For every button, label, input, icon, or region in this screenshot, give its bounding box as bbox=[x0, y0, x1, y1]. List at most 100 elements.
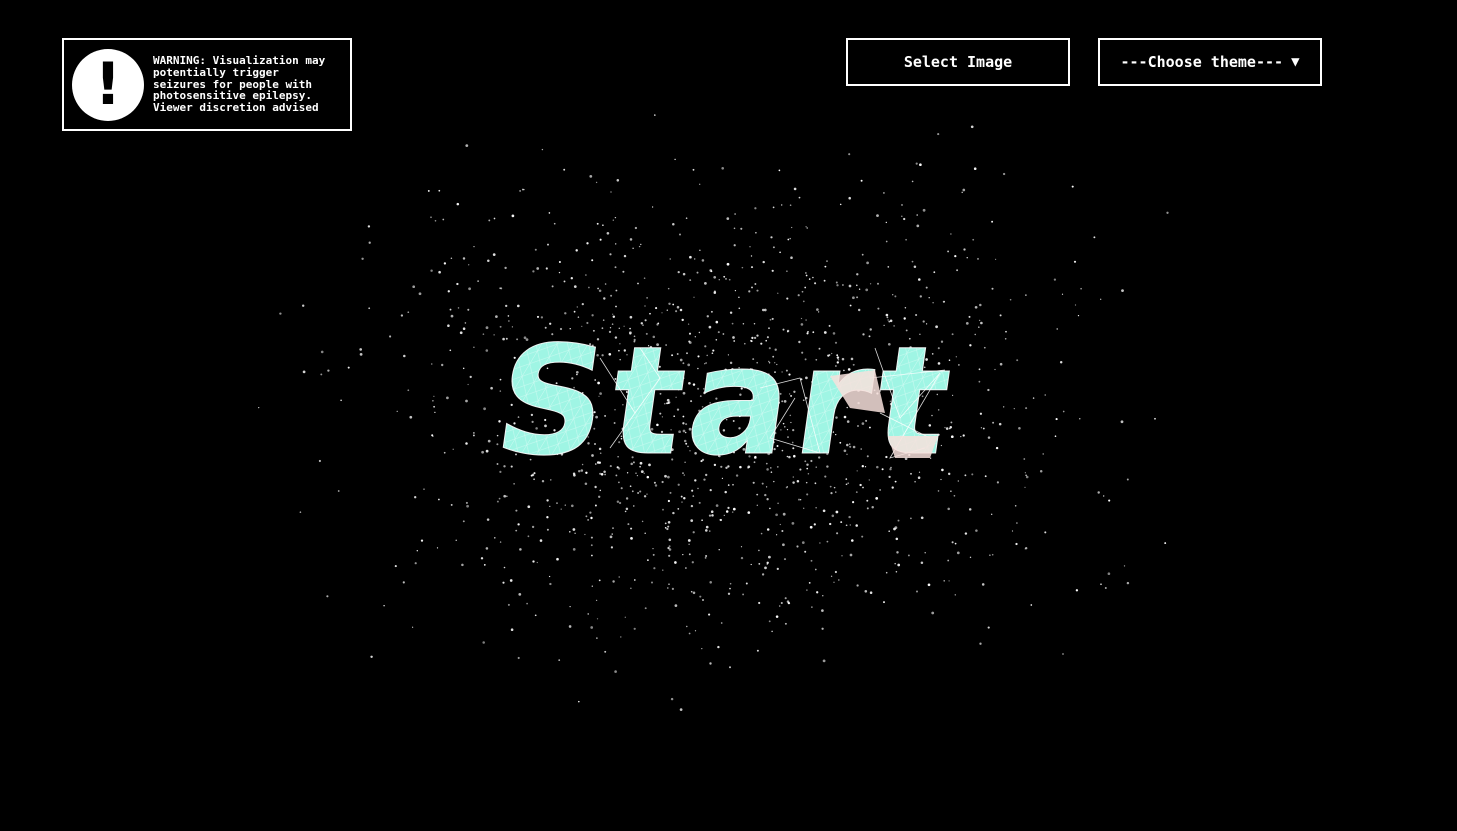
particle bbox=[547, 243, 549, 246]
particle bbox=[829, 485, 832, 488]
particle bbox=[866, 499, 869, 502]
particle bbox=[806, 227, 808, 229]
particle bbox=[704, 529, 708, 532]
particle bbox=[725, 278, 727, 280]
particle bbox=[738, 296, 740, 299]
particle bbox=[1032, 397, 1035, 399]
particle bbox=[793, 187, 797, 191]
particle bbox=[947, 250, 950, 253]
particle bbox=[447, 324, 450, 327]
particle bbox=[1025, 294, 1027, 296]
particle bbox=[885, 221, 887, 224]
particle bbox=[826, 540, 829, 543]
particle bbox=[487, 259, 490, 263]
particle bbox=[991, 220, 994, 223]
particle bbox=[885, 240, 888, 243]
particle bbox=[594, 504, 597, 507]
particle bbox=[979, 412, 983, 415]
particle bbox=[703, 478, 706, 481]
particle bbox=[701, 647, 703, 650]
particle bbox=[327, 369, 330, 372]
particle bbox=[359, 353, 363, 356]
select-image-button[interactable]: Select Image bbox=[846, 38, 1070, 86]
particle bbox=[1039, 469, 1043, 473]
particle bbox=[805, 226, 807, 228]
particle bbox=[805, 274, 808, 277]
particle bbox=[650, 581, 654, 584]
particle bbox=[726, 217, 730, 220]
particle bbox=[588, 286, 590, 289]
particle bbox=[432, 435, 434, 437]
particle bbox=[824, 265, 827, 268]
select-image-label: Select Image bbox=[903, 53, 1013, 71]
start-mesh-text[interactable]: Start Start bbox=[470, 318, 970, 478]
particle bbox=[964, 532, 968, 535]
particle bbox=[418, 292, 422, 296]
particle bbox=[705, 554, 708, 558]
particle bbox=[347, 366, 350, 369]
particle bbox=[614, 670, 617, 673]
theme-select[interactable]: ---Choose theme--- ▼ bbox=[1098, 38, 1322, 86]
particle bbox=[727, 484, 730, 486]
particle bbox=[711, 514, 714, 517]
particle bbox=[416, 550, 418, 552]
particle bbox=[786, 600, 790, 603]
particle bbox=[947, 559, 950, 562]
particle bbox=[407, 311, 410, 314]
particle bbox=[866, 261, 869, 265]
particle bbox=[702, 599, 704, 601]
particle bbox=[1166, 211, 1169, 214]
particle bbox=[591, 314, 594, 317]
particle bbox=[1126, 581, 1130, 585]
particle bbox=[791, 522, 795, 525]
particle bbox=[943, 580, 945, 582]
particle bbox=[692, 531, 695, 534]
particle bbox=[901, 215, 903, 218]
particle bbox=[758, 549, 760, 552]
particle bbox=[641, 520, 644, 523]
particle bbox=[894, 562, 896, 565]
particle bbox=[802, 300, 805, 303]
particle bbox=[973, 167, 977, 170]
particle bbox=[299, 511, 302, 513]
particle bbox=[821, 609, 824, 612]
particle bbox=[480, 557, 484, 560]
particle bbox=[907, 554, 910, 557]
particle bbox=[713, 275, 717, 279]
particle bbox=[1023, 458, 1026, 460]
particle bbox=[655, 307, 658, 310]
particle bbox=[771, 269, 774, 272]
particle bbox=[430, 216, 432, 219]
particle bbox=[1108, 499, 1111, 502]
particle bbox=[688, 553, 691, 556]
particle bbox=[498, 497, 501, 500]
particle bbox=[764, 566, 767, 570]
particle bbox=[756, 289, 759, 292]
particle bbox=[450, 503, 453, 506]
particle bbox=[1107, 572, 1111, 576]
particle bbox=[661, 312, 663, 314]
particle bbox=[526, 602, 528, 605]
particle bbox=[573, 310, 576, 313]
particle bbox=[662, 569, 664, 571]
particle bbox=[427, 189, 430, 192]
particle bbox=[978, 368, 981, 371]
particle bbox=[822, 509, 826, 513]
particle bbox=[709, 488, 712, 492]
particle bbox=[786, 486, 788, 488]
particle bbox=[1044, 531, 1047, 534]
particle bbox=[765, 486, 768, 488]
particle bbox=[987, 388, 990, 392]
particle bbox=[627, 523, 630, 526]
particle bbox=[709, 581, 712, 584]
particle bbox=[773, 480, 775, 483]
particle bbox=[640, 243, 642, 246]
particle bbox=[509, 579, 513, 582]
particle bbox=[999, 362, 1003, 366]
particle bbox=[869, 283, 872, 285]
particle bbox=[612, 219, 614, 221]
particle bbox=[556, 502, 558, 504]
particle bbox=[994, 368, 996, 371]
particle bbox=[992, 421, 995, 424]
particle bbox=[692, 495, 695, 497]
